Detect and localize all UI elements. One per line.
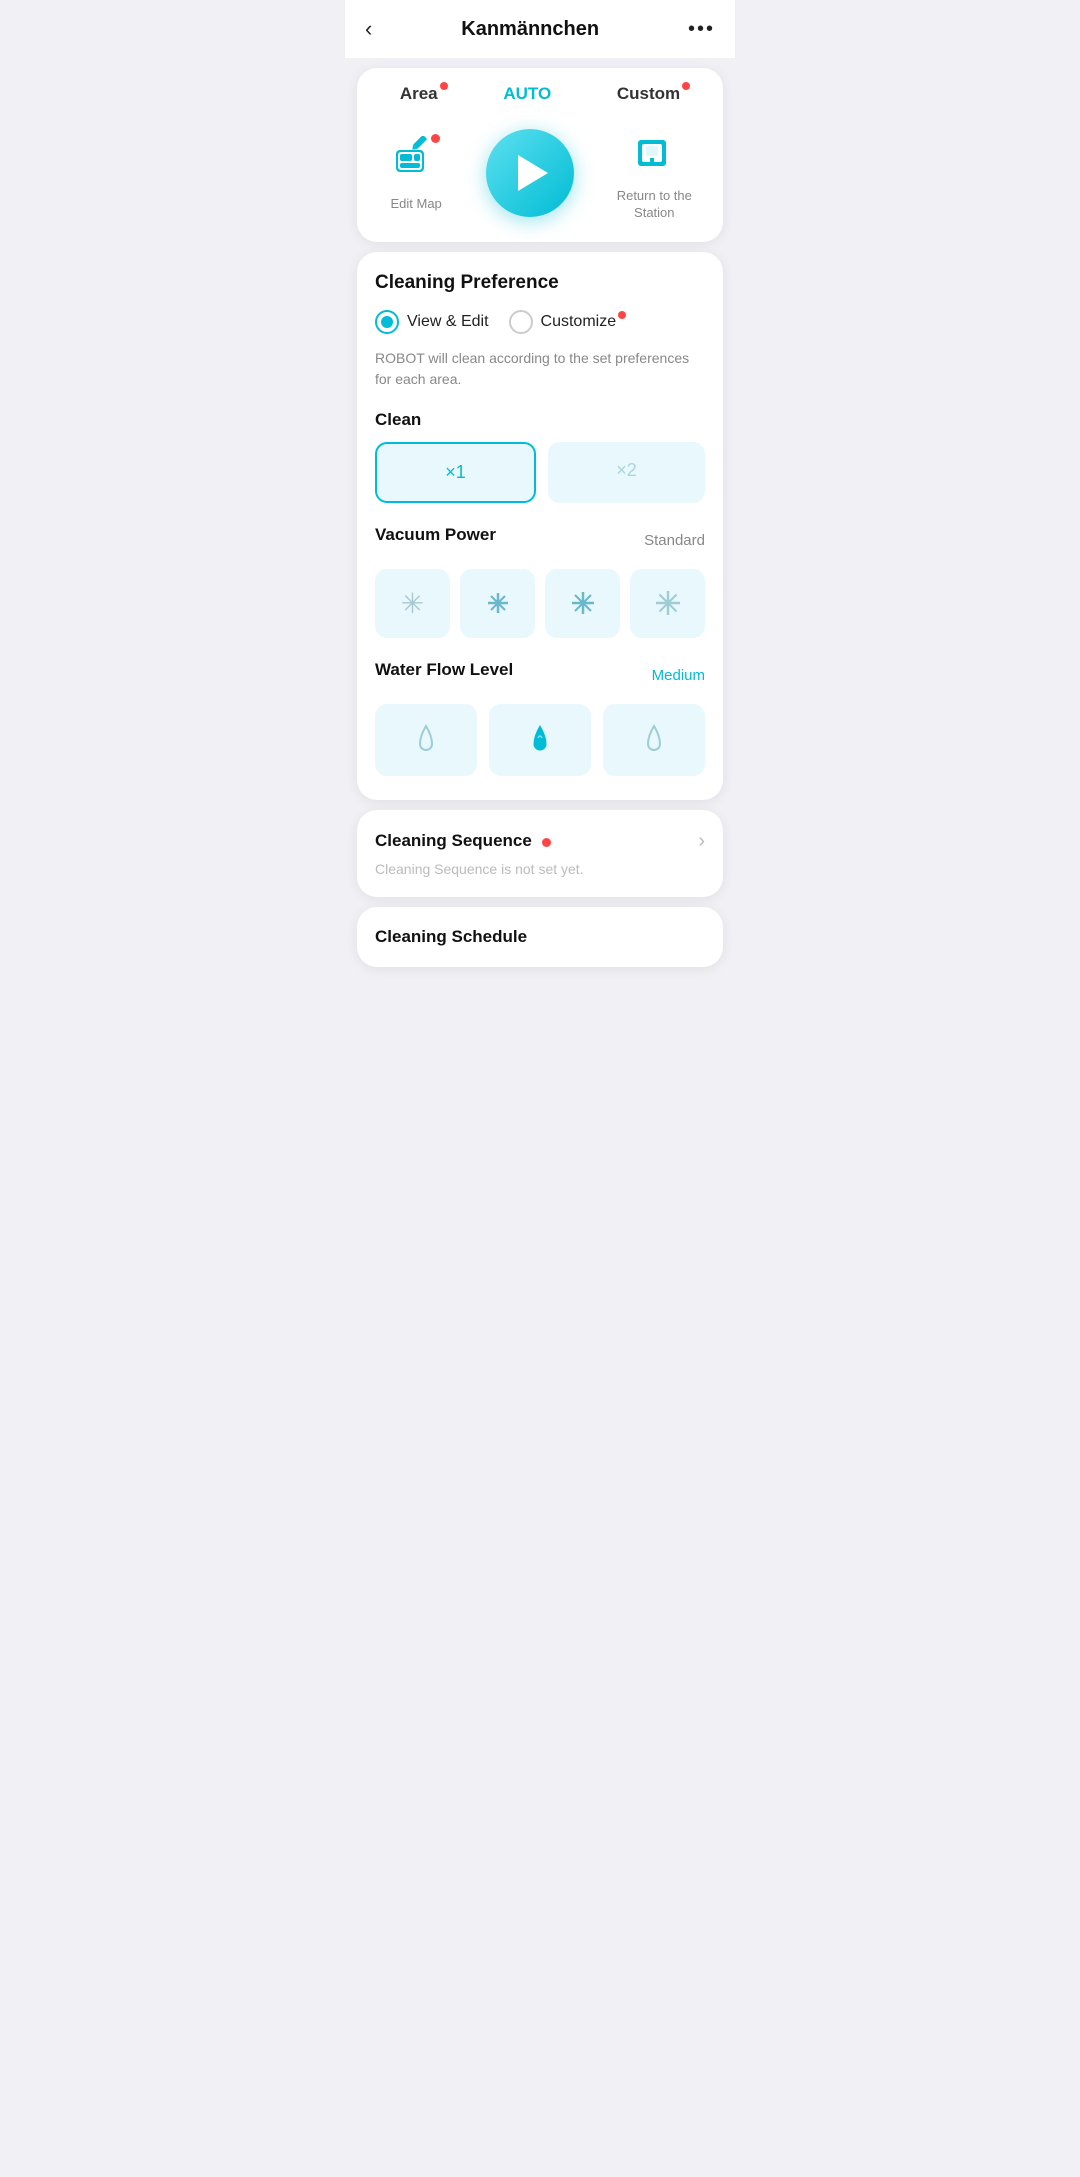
clean-options: ×1 ×2 (375, 442, 705, 503)
cleaning-preference-card: Cleaning Preference View & Edit Customiz… (357, 252, 723, 800)
clean-once-button[interactable]: ×1 (375, 442, 536, 503)
return-to-station-button[interactable]: Return to theStation (617, 124, 692, 222)
tab-auto[interactable]: AUTO (503, 84, 551, 104)
vacuum-level-3[interactable] (545, 569, 620, 638)
cleaning-schedule-card: Cleaning Schedule (357, 907, 723, 967)
customize-radio-outer (509, 310, 533, 334)
more-button[interactable]: ••• (688, 18, 715, 41)
header: ‹ Kanmännchen ••• (345, 0, 735, 58)
area-tab-dot (440, 82, 448, 90)
fan-icon-1: ✳ (401, 587, 424, 620)
water-drop-icon-2 (524, 722, 556, 758)
vacuum-power-value: Standard (644, 532, 705, 549)
edit-map-label: Edit Map (390, 196, 441, 213)
tab-area[interactable]: Area (400, 84, 438, 104)
water-level-1[interactable] (375, 704, 477, 776)
cleaning-sequence-card: Cleaning Sequence › Cleaning Sequence is… (357, 810, 723, 897)
cleaning-sequence-dot (542, 838, 551, 847)
water-flow-title: Water Flow Level (375, 660, 513, 680)
cleaning-sequence-title-wrap: Cleaning Sequence (375, 831, 551, 851)
vacuum-level-1[interactable]: ✳ (375, 569, 450, 638)
play-icon (518, 155, 548, 191)
view-edit-radio[interactable]: View & Edit (375, 310, 489, 334)
vacuum-level-4[interactable] (630, 569, 705, 638)
customize-dot (618, 311, 626, 319)
water-flow-options (375, 704, 705, 776)
custom-tab-dot (682, 82, 690, 90)
water-level-2[interactable] (489, 704, 591, 776)
cleaning-preference-title: Cleaning Preference (375, 272, 705, 294)
return-station-icon (628, 126, 680, 178)
view-edit-label: View & Edit (407, 313, 489, 331)
edit-map-icon (392, 136, 440, 184)
fan-icon-3 (567, 587, 599, 619)
preference-description: ROBOT will clean according to the set pr… (375, 348, 705, 390)
back-button[interactable]: ‹ (365, 16, 372, 42)
action-row: Edit Map Return to theStation (367, 124, 713, 222)
chevron-right-icon: › (698, 830, 705, 853)
water-flow-header: Water Flow Level Medium (375, 660, 705, 692)
page-title: Kanmännchen (461, 18, 599, 41)
water-drop-icon-3 (638, 722, 670, 758)
vacuum-power-title: Vacuum Power (375, 525, 496, 545)
view-edit-radio-inner (381, 316, 393, 328)
cleaning-sequence-title: Cleaning Sequence (375, 831, 532, 851)
play-button[interactable] (486, 129, 574, 217)
water-level-3[interactable] (603, 704, 705, 776)
vacuum-power-header: Vacuum Power Standard (375, 525, 705, 557)
tab-custom[interactable]: Custom (617, 84, 680, 104)
water-flow-value: Medium (652, 667, 705, 684)
mode-tabs: Area AUTO Custom (367, 84, 713, 104)
edit-map-icon-wrap (388, 132, 444, 188)
view-edit-radio-outer (375, 310, 399, 334)
fan-icon-2 (482, 587, 514, 619)
vacuum-level-2[interactable] (460, 569, 535, 638)
customize-radio[interactable]: Customize (509, 310, 617, 334)
return-label: Return to theStation (617, 188, 692, 222)
main-action-card: Area AUTO Custom (357, 68, 723, 242)
clean-twice-button[interactable]: ×2 (548, 442, 705, 503)
clean-subtitle: Clean (375, 410, 705, 430)
water-drop-icon-1 (410, 722, 442, 758)
fan-icon-4 (652, 587, 684, 619)
edit-map-button[interactable]: Edit Map (388, 132, 444, 213)
cleaning-sequence-description: Cleaning Sequence is not set yet. (375, 861, 705, 877)
cleaning-schedule-title: Cleaning Schedule (375, 927, 705, 947)
cleaning-sequence-row[interactable]: Cleaning Sequence › (375, 830, 705, 853)
return-icon-wrap (626, 124, 682, 180)
customize-label: Customize (541, 313, 617, 331)
preference-radio-group: View & Edit Customize (375, 310, 705, 334)
vacuum-power-options: ✳ (375, 569, 705, 638)
